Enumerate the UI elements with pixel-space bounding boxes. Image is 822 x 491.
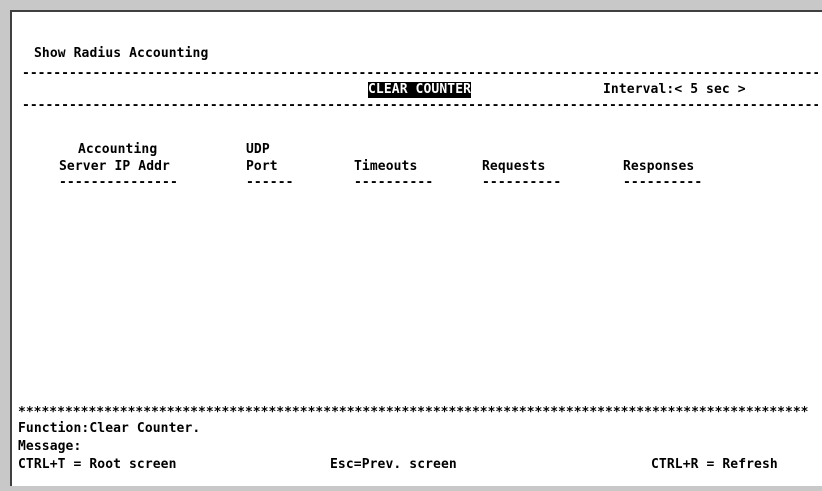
prev-screen-hint[interactable]: Esc=Prev. screen <box>330 457 457 473</box>
function-text: Function:Clear Counter. <box>18 421 201 436</box>
col-header-udp-underline: ------ <box>246 175 294 190</box>
col-header-requests: Requests <box>482 159 546 174</box>
footer-separator: ****************************************… <box>18 405 809 420</box>
col-header-timeouts: Timeouts <box>354 159 418 174</box>
table-body <box>22 194 818 394</box>
col-header-responses-underline: ---------- <box>623 175 703 190</box>
col-header-server-ip-underline: --------------- <box>59 175 178 190</box>
separator-header: ----------------------------------------… <box>22 98 818 113</box>
refresh-hint[interactable]: CTRL+R = Refresh <box>651 457 778 473</box>
col-header-responses: Responses <box>623 159 695 174</box>
terminal-screen: Show Radius Accounting -----------------… <box>10 10 822 486</box>
col-header-udp-line1: UDP <box>246 142 270 157</box>
col-header-server-ip-line1: Accounting <box>78 142 158 157</box>
col-header-server-ip-line2: Server IP Addr <box>59 159 170 174</box>
separator-top: ----------------------------------------… <box>22 66 818 81</box>
col-header-timeouts-underline: ---------- <box>354 175 434 190</box>
col-header-udp-line2: Port <box>246 159 278 174</box>
root-screen-hint[interactable]: CTRL+T = Root screen <box>18 457 177 473</box>
col-header-requests-underline: ---------- <box>482 175 562 190</box>
page-title: Show Radius Accounting <box>34 46 209 61</box>
interval-field[interactable]: Interval:< 5 sec > <box>603 82 746 98</box>
clear-counter-button[interactable]: CLEAR COUNTER <box>368 82 472 98</box>
console-window-frame: Show Radius Accounting -----------------… <box>0 0 822 491</box>
message-text: Message: <box>18 439 82 454</box>
